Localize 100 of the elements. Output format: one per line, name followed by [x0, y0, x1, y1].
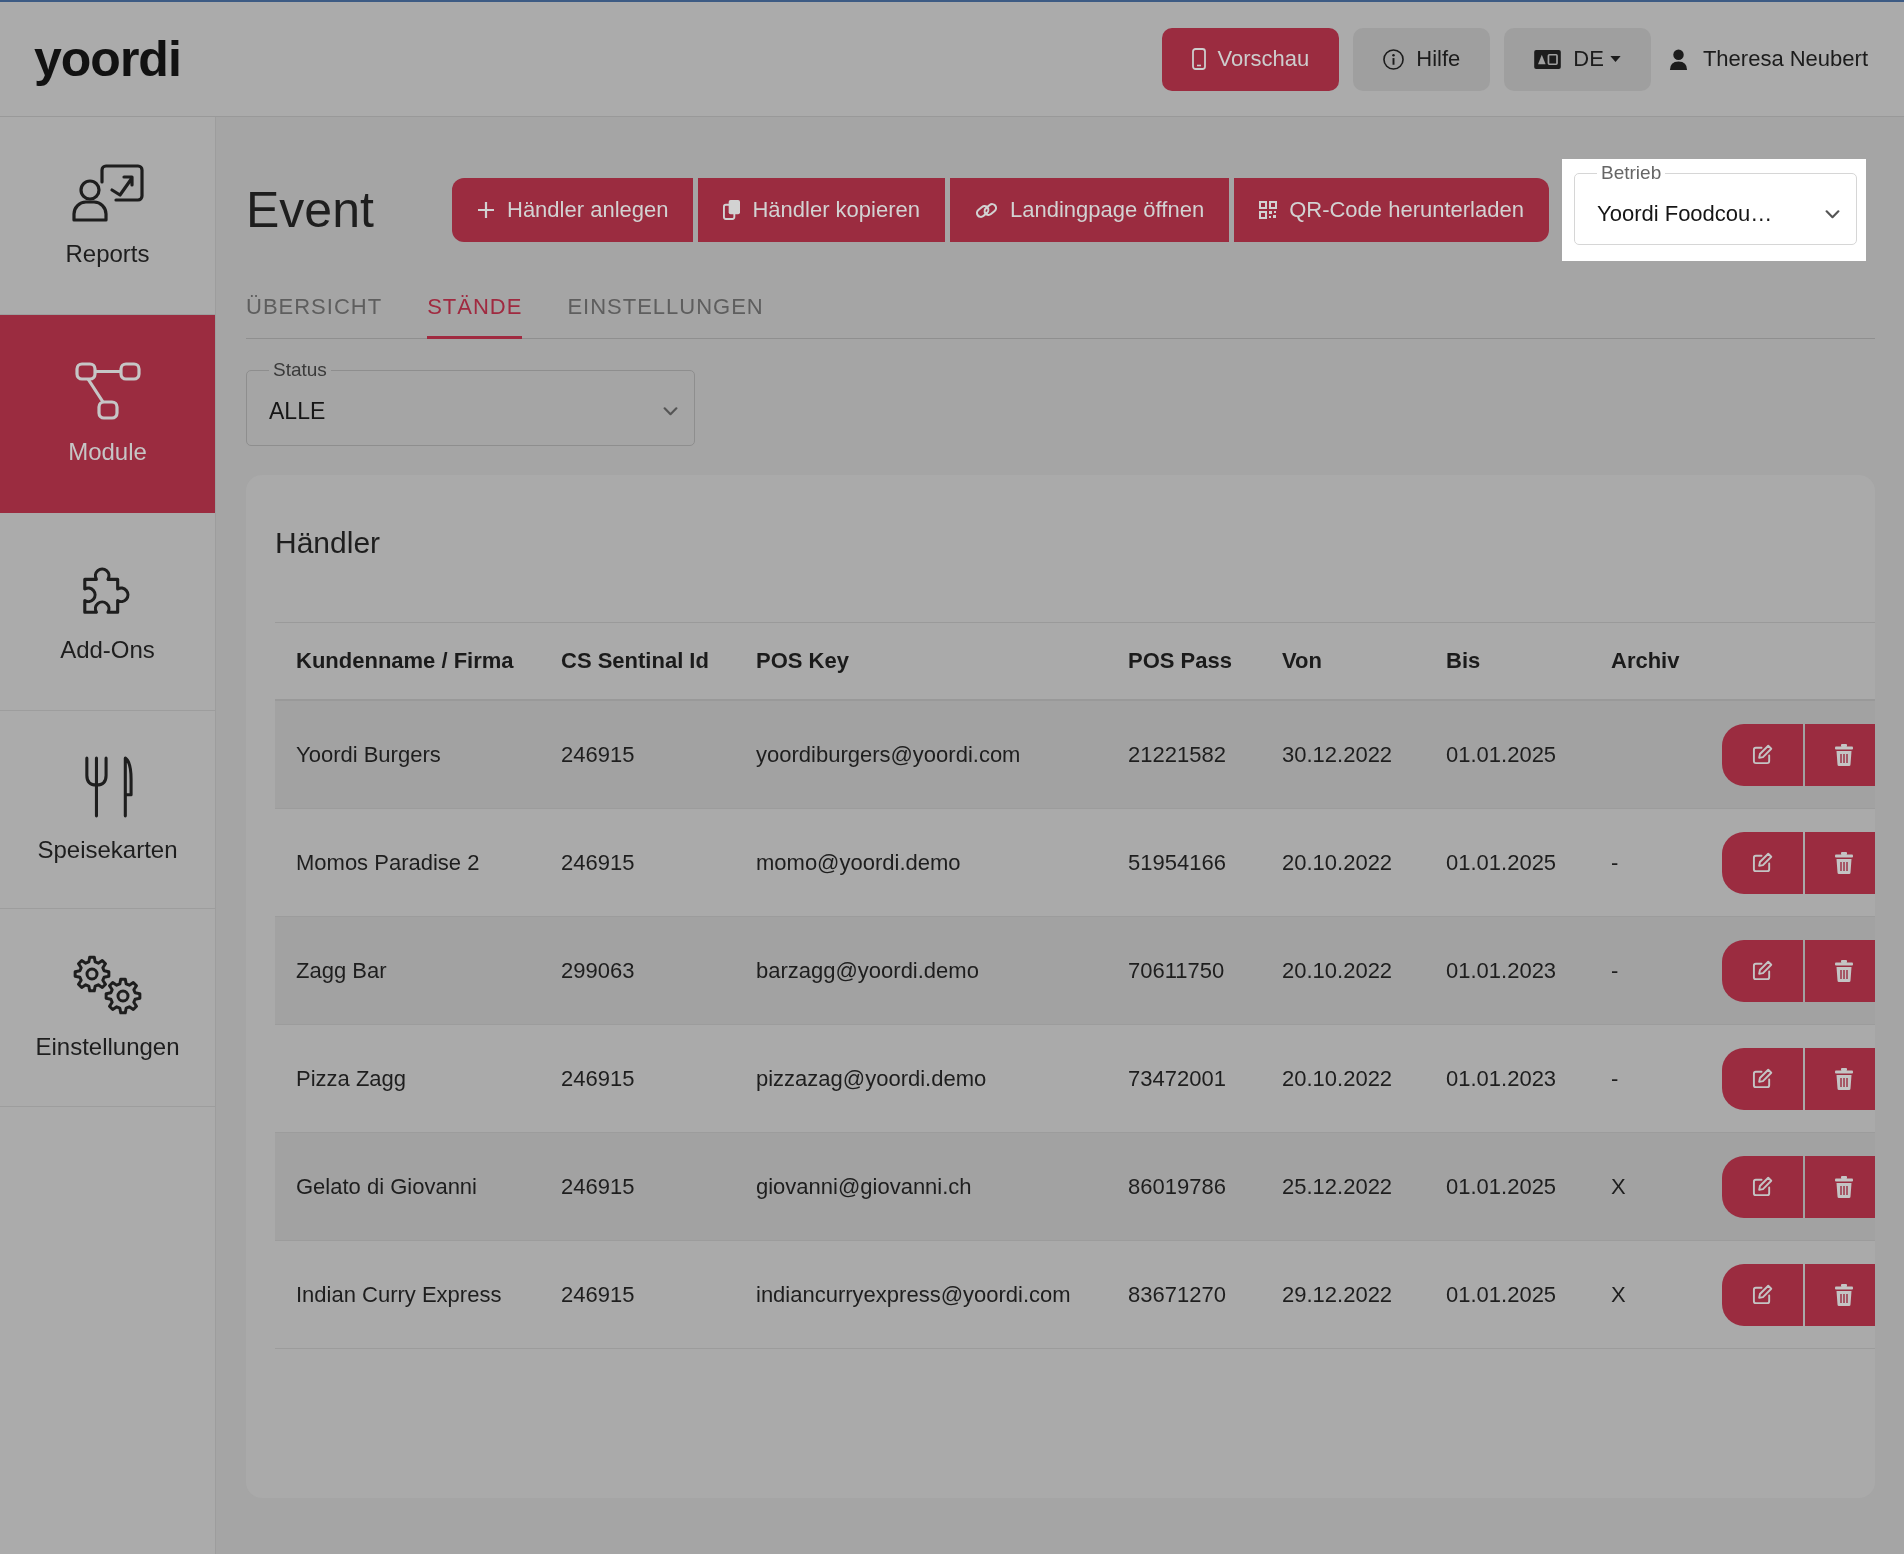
table-cell-text: 20.10.2022: [1281, 1065, 1394, 1092]
logo[interactable]: yoordi: [34, 34, 181, 84]
table-cell-text: 01.01.2025: [1445, 849, 1558, 876]
qr-code-icon: [1259, 201, 1278, 219]
table-cell-text: 01.01.2025: [1445, 1281, 1558, 1308]
plus-icon: [477, 201, 495, 219]
table-cell-text: -: [1610, 957, 1620, 984]
trash-icon: [1835, 1283, 1853, 1306]
table-cell-text: pizzazag@yoordi.demo: [755, 1065, 988, 1092]
delete-button[interactable]: [1805, 723, 1875, 786]
edit-button[interactable]: [1722, 1047, 1803, 1110]
table-cell-text: 83671270: [1127, 1281, 1227, 1308]
table-cell-text: barzagg@yoordi.demo: [755, 957, 980, 984]
fork-knife-icon: [82, 755, 133, 818]
info-icon: [1383, 48, 1405, 70]
sidebar-item[interactable]: Speisekarten: [0, 711, 215, 909]
table-cell-text: indiancurryexpress@yoordi.com: [755, 1281, 1072, 1308]
copy-icon: [723, 200, 741, 220]
edit-button[interactable]: [1722, 1155, 1803, 1218]
table-cell-text: 20.10.2022: [1281, 957, 1394, 984]
phone-icon: [1191, 48, 1206, 70]
table-cell-text: 70611750: [1127, 957, 1226, 984]
table-cell-text: momo@yoordi.demo: [755, 849, 962, 876]
column-header: Kundenname / Firma: [295, 648, 515, 674]
user-menu[interactable]: Theresa Neubert: [1668, 46, 1868, 72]
table-cell-text: 73472001: [1127, 1065, 1227, 1092]
column-header: POS Pass: [1127, 648, 1233, 674]
table-cell-text: 246915: [560, 1173, 636, 1200]
column-header: POS Key: [755, 648, 850, 674]
edit-button[interactable]: [1722, 831, 1803, 894]
field-label: Betrieb: [1600, 162, 1663, 184]
trash-icon: [1835, 851, 1853, 874]
download-button[interactable]: QR-Code herunterladen: [1234, 178, 1549, 242]
caret-icon: [1609, 56, 1621, 62]
table-cell-text: 51954166: [1127, 849, 1227, 876]
table-cell-text: 86019786: [1127, 1173, 1227, 1200]
table-cell-text: yoordiburgers@yoordi.com: [755, 741, 1022, 768]
table-cell-text: 246915: [560, 1065, 636, 1092]
table-cell-text: 01.01.2023: [1445, 957, 1558, 984]
add-button[interactable]: Händler anlegen: [452, 178, 694, 242]
trash-icon: [1835, 1175, 1853, 1198]
chevron-icon: [1825, 209, 1840, 219]
column-header: Bis: [1445, 648, 1482, 674]
user-icon: [1668, 48, 1688, 70]
table-cell-text: Zagg Bar: [295, 957, 388, 984]
table-cell-text: 21221582: [1127, 741, 1227, 768]
card-title: Händler: [275, 525, 381, 561]
table-cell-text: 299063: [560, 957, 636, 984]
delete-button[interactable]: [1805, 1263, 1875, 1326]
settings-icon: [71, 954, 144, 1015]
edit-icon: [1752, 960, 1773, 981]
chevron-icon: [663, 406, 678, 416]
delete-button[interactable]: [1805, 831, 1875, 894]
trash-icon: [1835, 959, 1853, 982]
trash-icon: [1835, 743, 1853, 766]
table-cell-text: -: [1610, 1065, 1620, 1092]
table-cell-text: 246915: [560, 741, 636, 768]
preview-button[interactable]: Vorschau: [1161, 27, 1340, 91]
help-button[interactable]: Hilfe: [1353, 27, 1491, 91]
column-header: Von: [1281, 648, 1323, 674]
copy-button[interactable]: Händler kopieren: [698, 178, 945, 242]
table-cell-text: X: [1610, 1173, 1627, 1200]
flowchart-icon: [74, 361, 141, 420]
delete-button[interactable]: [1805, 1047, 1875, 1110]
presentation-icon: [71, 163, 144, 222]
edit-button[interactable]: [1722, 723, 1803, 786]
table-cell-text: X: [1610, 1281, 1627, 1308]
page-title: Event: [246, 181, 375, 239]
edit-icon: [1752, 744, 1773, 765]
edit-button[interactable]: [1722, 939, 1803, 1002]
delete-button[interactable]: [1805, 1155, 1875, 1218]
table-cell-text: -: [1610, 849, 1620, 876]
table-cell-text: Gelato di Giovanni: [295, 1173, 478, 1200]
open-link-button[interactable]: Landingpage öffnen: [950, 178, 1230, 242]
sidebar-item[interactable]: Einstellungen: [0, 909, 215, 1107]
table-cell-text: 01.01.2025: [1445, 741, 1558, 768]
language-button[interactable]: DE: [1504, 27, 1651, 91]
table-cell-text: 30.12.2022: [1281, 741, 1394, 768]
sidebar-item[interactable]: Add-Ons: [0, 513, 215, 711]
column-header: Archiv: [1610, 648, 1681, 674]
table-cell-text: 29.12.2022: [1281, 1281, 1394, 1308]
table-cell-text: Momos Paradise 2: [295, 849, 481, 876]
delete-button[interactable]: [1805, 939, 1875, 1002]
table-cell-text: 01.01.2023: [1445, 1065, 1558, 1092]
table-cell-text: Yoordi Burgers: [295, 741, 442, 768]
table-cell-text: giovanni@giovanni.ch: [755, 1173, 973, 1200]
table-cell-text: 246915: [560, 1281, 636, 1308]
edit-icon: [1752, 1068, 1773, 1089]
language-icon: [1534, 49, 1562, 69]
table-cell-text: Indian Curry Express: [295, 1281, 503, 1308]
table-cell-text: 20.10.2022: [1281, 849, 1394, 876]
column-header: CS Sentinal Id: [560, 648, 710, 674]
table-cell-text: 01.01.2025: [1445, 1173, 1558, 1200]
table-cell-text: 25.12.2022: [1281, 1173, 1394, 1200]
edit-icon: [1752, 852, 1773, 873]
sidebar-item[interactable]: Module: [0, 315, 215, 513]
edit-button[interactable]: [1722, 1263, 1803, 1326]
trash-icon: [1835, 1067, 1853, 1090]
table-cell-text: Pizza Zagg: [295, 1065, 408, 1092]
field-label: Status: [272, 359, 328, 381]
